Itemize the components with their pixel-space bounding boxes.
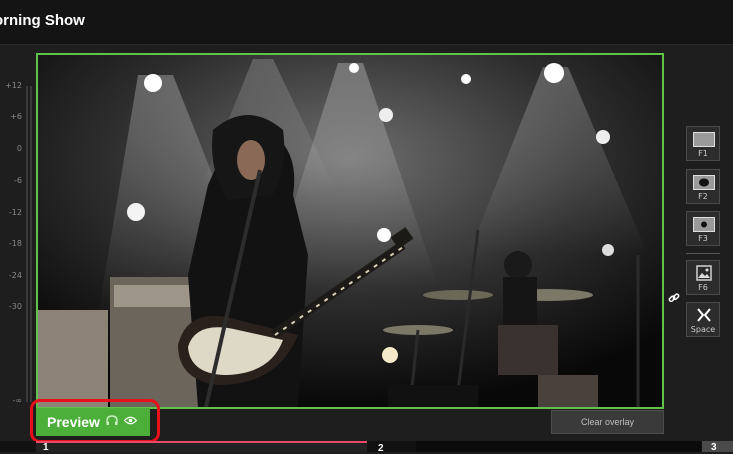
meter-label: -∞ — [12, 396, 22, 405]
thumbnail-number: 2 — [378, 443, 384, 454]
meter-label: +12 — [5, 81, 22, 90]
f6-label: F6 — [698, 283, 708, 292]
swap-icon — [697, 308, 711, 322]
image-overlay-f6-button[interactable]: F6 — [686, 260, 720, 295]
tool-separator — [686, 253, 720, 254]
layout-f3-button[interactable]: F3 — [686, 211, 720, 246]
meter-label: 0 — [16, 144, 22, 153]
meter-label: -6 — [14, 176, 22, 185]
headphones-icon[interactable] — [106, 415, 118, 429]
top-bar: orning Show — [0, 0, 733, 45]
fullscreen-layout-icon — [693, 132, 715, 147]
meter-bar-right — [30, 86, 32, 402]
thumbnail-1[interactable]: 1 — [36, 441, 367, 452]
audio-meter: +12 +6 0 -6 -12 -18 -24 -30 -∞ — [0, 78, 34, 408]
meter-label: -18 — [8, 239, 22, 248]
small-centered-layout-icon — [693, 217, 715, 232]
link-icon[interactable] — [668, 292, 680, 307]
meter-label: -12 — [8, 208, 22, 217]
f1-label: F1 — [698, 149, 708, 158]
preview-button[interactable]: Preview — [36, 408, 150, 436]
thumbnail-2[interactable] — [416, 441, 701, 452]
thumbnail-3[interactable]: 3 — [702, 441, 733, 453]
f3-label: F3 — [698, 234, 708, 243]
thumbnail-number: 1 — [43, 442, 49, 452]
meter-label: -30 — [8, 302, 22, 311]
concert-scene-image — [38, 55, 662, 407]
preview-label: Preview — [47, 414, 100, 430]
eye-icon[interactable] — [123, 416, 138, 428]
meter-bar-left — [26, 86, 28, 402]
layout-f1-button[interactable]: F1 — [686, 126, 720, 161]
space-label: Space — [690, 325, 716, 334]
preview-video-frame[interactable] — [36, 53, 664, 409]
swap-space-button[interactable]: Space — [686, 302, 720, 337]
f2-label: F2 — [698, 192, 708, 201]
layout-f2-button[interactable]: F2 — [686, 169, 720, 204]
show-title: orning Show — [0, 12, 85, 29]
meter-label: +6 — [10, 112, 22, 121]
meter-label: -24 — [8, 271, 22, 280]
clear-overlay-button[interactable]: Clear overlay — [551, 410, 664, 434]
centered-layout-icon — [693, 175, 715, 190]
image-overlay-icon — [696, 265, 712, 281]
